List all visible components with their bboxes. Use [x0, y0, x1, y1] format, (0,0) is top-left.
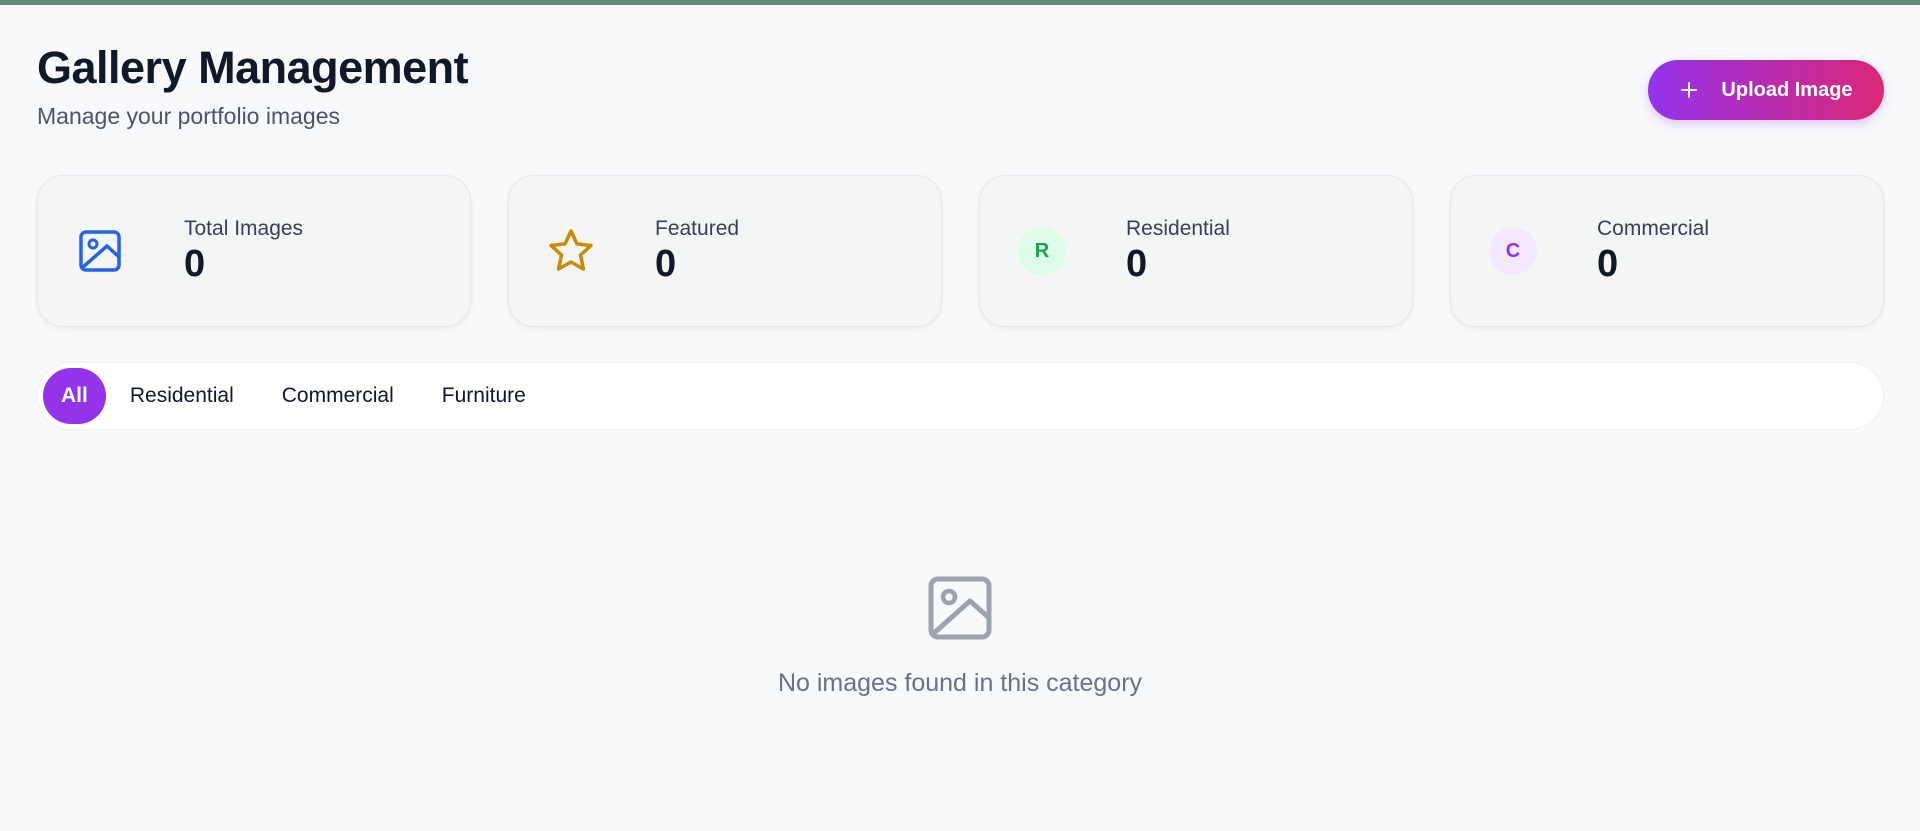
stat-value: 0: [1597, 243, 1619, 285]
upload-image-button[interactable]: Upload Image: [1648, 60, 1884, 120]
stat-card-commercial: C Commercial 0: [1450, 175, 1884, 327]
stat-value: 0: [655, 243, 677, 285]
stat-card-featured: Featured 0: [508, 175, 942, 327]
commercial-badge-icon: C: [1489, 227, 1537, 275]
stat-text: Featured 0: [655, 216, 739, 286]
filter-tab-commercial[interactable]: Commercial: [258, 368, 418, 424]
stat-value: 0: [184, 243, 206, 285]
image-icon: [76, 227, 124, 275]
filter-tab-all[interactable]: All: [43, 368, 106, 424]
stat-card-total-images: Total Images 0: [37, 175, 471, 327]
stat-card-residential: R Residential 0: [979, 175, 1413, 327]
page-header: Gallery Management Manage your portfolio…: [37, 40, 1884, 140]
plus-icon: [1681, 82, 1698, 98]
stat-value: 0: [1126, 243, 1148, 285]
top-accent-bar: [0, 0, 1920, 5]
empty-state-message: No images found in this category: [777, 669, 1143, 697]
filter-tab-residential[interactable]: Residential: [106, 368, 258, 424]
page-subtitle: Manage your portfolio images: [37, 103, 340, 129]
empty-state: No images found in this category: [0, 575, 1920, 698]
image-icon: [928, 576, 992, 640]
stat-text: Total Images 0: [184, 216, 303, 286]
stat-text: Commercial 0: [1597, 216, 1709, 286]
stats-row: Total Images 0 Featured 0 R Residential …: [37, 175, 1884, 327]
residential-badge-icon: R: [1018, 227, 1066, 275]
upload-button-label: Upload Image: [1721, 78, 1853, 101]
page-title: Gallery Management: [37, 42, 469, 93]
star-icon: [547, 227, 595, 275]
category-filter-bar: All Residential Commercial Furniture: [37, 362, 1884, 430]
stat-label: Residential: [1126, 217, 1230, 240]
filter-tab-furniture[interactable]: Furniture: [418, 368, 550, 424]
stat-label: Commercial: [1597, 217, 1710, 240]
stat-text: Residential 0: [1126, 216, 1230, 286]
stat-label: Featured: [655, 217, 740, 240]
stat-label: Total Images: [184, 217, 304, 240]
